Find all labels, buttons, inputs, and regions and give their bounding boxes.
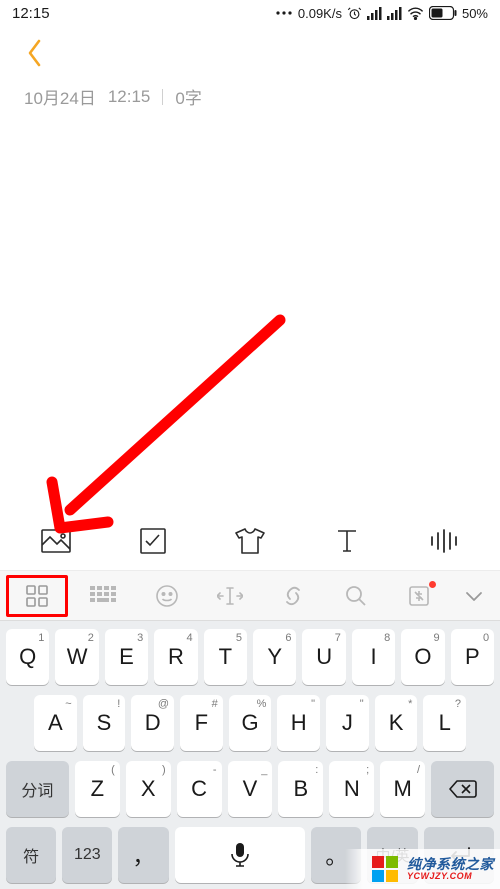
voice-input-button[interactable] bbox=[424, 521, 464, 561]
key-q[interactable]: 1Q bbox=[6, 629, 49, 685]
meta-divider bbox=[162, 89, 163, 105]
signal1-icon bbox=[367, 7, 382, 20]
emoji-icon bbox=[155, 584, 179, 608]
key-b[interactable]: :B bbox=[278, 761, 323, 817]
key-m[interactable]: /M bbox=[380, 761, 425, 817]
key-v[interactable]: _V bbox=[228, 761, 273, 817]
link-icon bbox=[281, 584, 305, 608]
alarm-icon bbox=[347, 6, 362, 21]
keyboard-row-1: 1Q 2W 3E 4R 5T 6Y 7U 8I 9O 0P bbox=[6, 629, 494, 685]
keyboard-row-3: 分词 (Z )X -C _V :B ;N /M bbox=[6, 761, 494, 817]
status-bar: 12:15 0.09K/s 50% bbox=[0, 0, 500, 26]
checklist-button[interactable] bbox=[133, 521, 173, 561]
mic-icon bbox=[231, 843, 249, 867]
status-time: 12:15 bbox=[12, 5, 50, 22]
app-header bbox=[0, 26, 500, 80]
voice-wave-icon bbox=[429, 529, 459, 553]
note-char-count: 0字 bbox=[175, 84, 201, 109]
watermark-title: 纯净系统之家 bbox=[407, 857, 494, 872]
key-space[interactable] bbox=[175, 827, 306, 883]
key-w[interactable]: 2W bbox=[55, 629, 98, 685]
wifi-icon bbox=[407, 7, 424, 20]
key-x[interactable]: )X bbox=[126, 761, 171, 817]
key-t[interactable]: 5T bbox=[204, 629, 247, 685]
text-style-button[interactable] bbox=[327, 521, 367, 561]
key-n[interactable]: ;N bbox=[329, 761, 374, 817]
status-speed: 0.09K/s bbox=[298, 6, 342, 21]
key-a[interactable]: ~A bbox=[34, 695, 77, 751]
key-symbols[interactable]: 符 bbox=[6, 827, 56, 883]
key-segment[interactable]: 分词 bbox=[6, 761, 69, 817]
key-i[interactable]: 8I bbox=[352, 629, 395, 685]
ime-search-button[interactable] bbox=[339, 579, 373, 613]
key-y[interactable]: 6Y bbox=[253, 629, 296, 685]
key-c[interactable]: -C bbox=[177, 761, 222, 817]
note-toolbar bbox=[0, 511, 500, 571]
key-u[interactable]: 7U bbox=[302, 629, 345, 685]
key-d[interactable]: @D bbox=[131, 695, 174, 751]
ime-app-grid-button[interactable] bbox=[6, 575, 68, 617]
note-date: 10月24日 bbox=[24, 84, 96, 109]
watermark-url: YCWJZY.COM bbox=[407, 872, 494, 881]
key-f[interactable]: #F bbox=[180, 695, 223, 751]
ime-cursor-button[interactable] bbox=[213, 579, 247, 613]
insert-image-button[interactable] bbox=[36, 521, 76, 561]
note-content-area[interactable] bbox=[0, 109, 500, 511]
backspace-icon bbox=[449, 779, 477, 799]
key-g[interactable]: %G bbox=[229, 695, 272, 751]
image-icon bbox=[41, 529, 71, 553]
search-icon bbox=[344, 584, 368, 608]
signal2-icon bbox=[387, 7, 402, 20]
notification-dot bbox=[429, 581, 436, 588]
note-time: 12:15 bbox=[108, 87, 151, 107]
key-k[interactable]: *K bbox=[375, 695, 418, 751]
status-battery-pct: 50% bbox=[462, 6, 488, 21]
checkbox-icon bbox=[140, 528, 166, 554]
key-p[interactable]: 0P bbox=[451, 629, 494, 685]
keyboard-row-2: ~A !S @D #F %G "H "J *K ?L bbox=[6, 695, 494, 751]
ime-link-button[interactable] bbox=[276, 579, 310, 613]
ime-keyboard-layout-button[interactable] bbox=[87, 579, 121, 613]
key-comma[interactable]: ， bbox=[118, 827, 168, 883]
key-numbers[interactable]: 123 bbox=[62, 827, 112, 883]
ime-coupon-button[interactable] bbox=[402, 579, 436, 613]
key-backspace[interactable] bbox=[431, 761, 494, 817]
ime-collapse-button[interactable] bbox=[454, 579, 494, 613]
chevron-left-icon bbox=[26, 38, 44, 68]
keyboard-layout-icon bbox=[90, 586, 118, 606]
cursor-move-icon bbox=[217, 585, 243, 607]
text-style-icon bbox=[335, 528, 359, 554]
battery-icon bbox=[429, 6, 457, 20]
ime-emoji-button[interactable] bbox=[150, 579, 184, 613]
key-z[interactable]: (Z bbox=[75, 761, 120, 817]
key-o[interactable]: 9O bbox=[401, 629, 444, 685]
shirt-icon bbox=[235, 528, 265, 554]
watermark-logo-icon bbox=[369, 853, 401, 885]
theme-button[interactable] bbox=[230, 521, 270, 561]
ime-toolbar bbox=[0, 571, 500, 621]
key-j[interactable]: "J bbox=[326, 695, 369, 751]
watermark: 纯净系统之家 YCWJZY.COM bbox=[345, 849, 500, 889]
back-button[interactable] bbox=[18, 36, 52, 70]
coupon-icon bbox=[407, 584, 431, 608]
key-h[interactable]: "H bbox=[277, 695, 320, 751]
status-right: 0.09K/s 50% bbox=[275, 6, 488, 21]
more-icon bbox=[275, 6, 293, 20]
app-grid-icon bbox=[25, 584, 49, 608]
chevron-down-icon bbox=[464, 589, 484, 603]
key-s[interactable]: !S bbox=[83, 695, 126, 751]
note-meta: 10月24日 12:15 0字 bbox=[0, 80, 500, 109]
key-e[interactable]: 3E bbox=[105, 629, 148, 685]
key-r[interactable]: 4R bbox=[154, 629, 197, 685]
key-l[interactable]: ?L bbox=[423, 695, 466, 751]
